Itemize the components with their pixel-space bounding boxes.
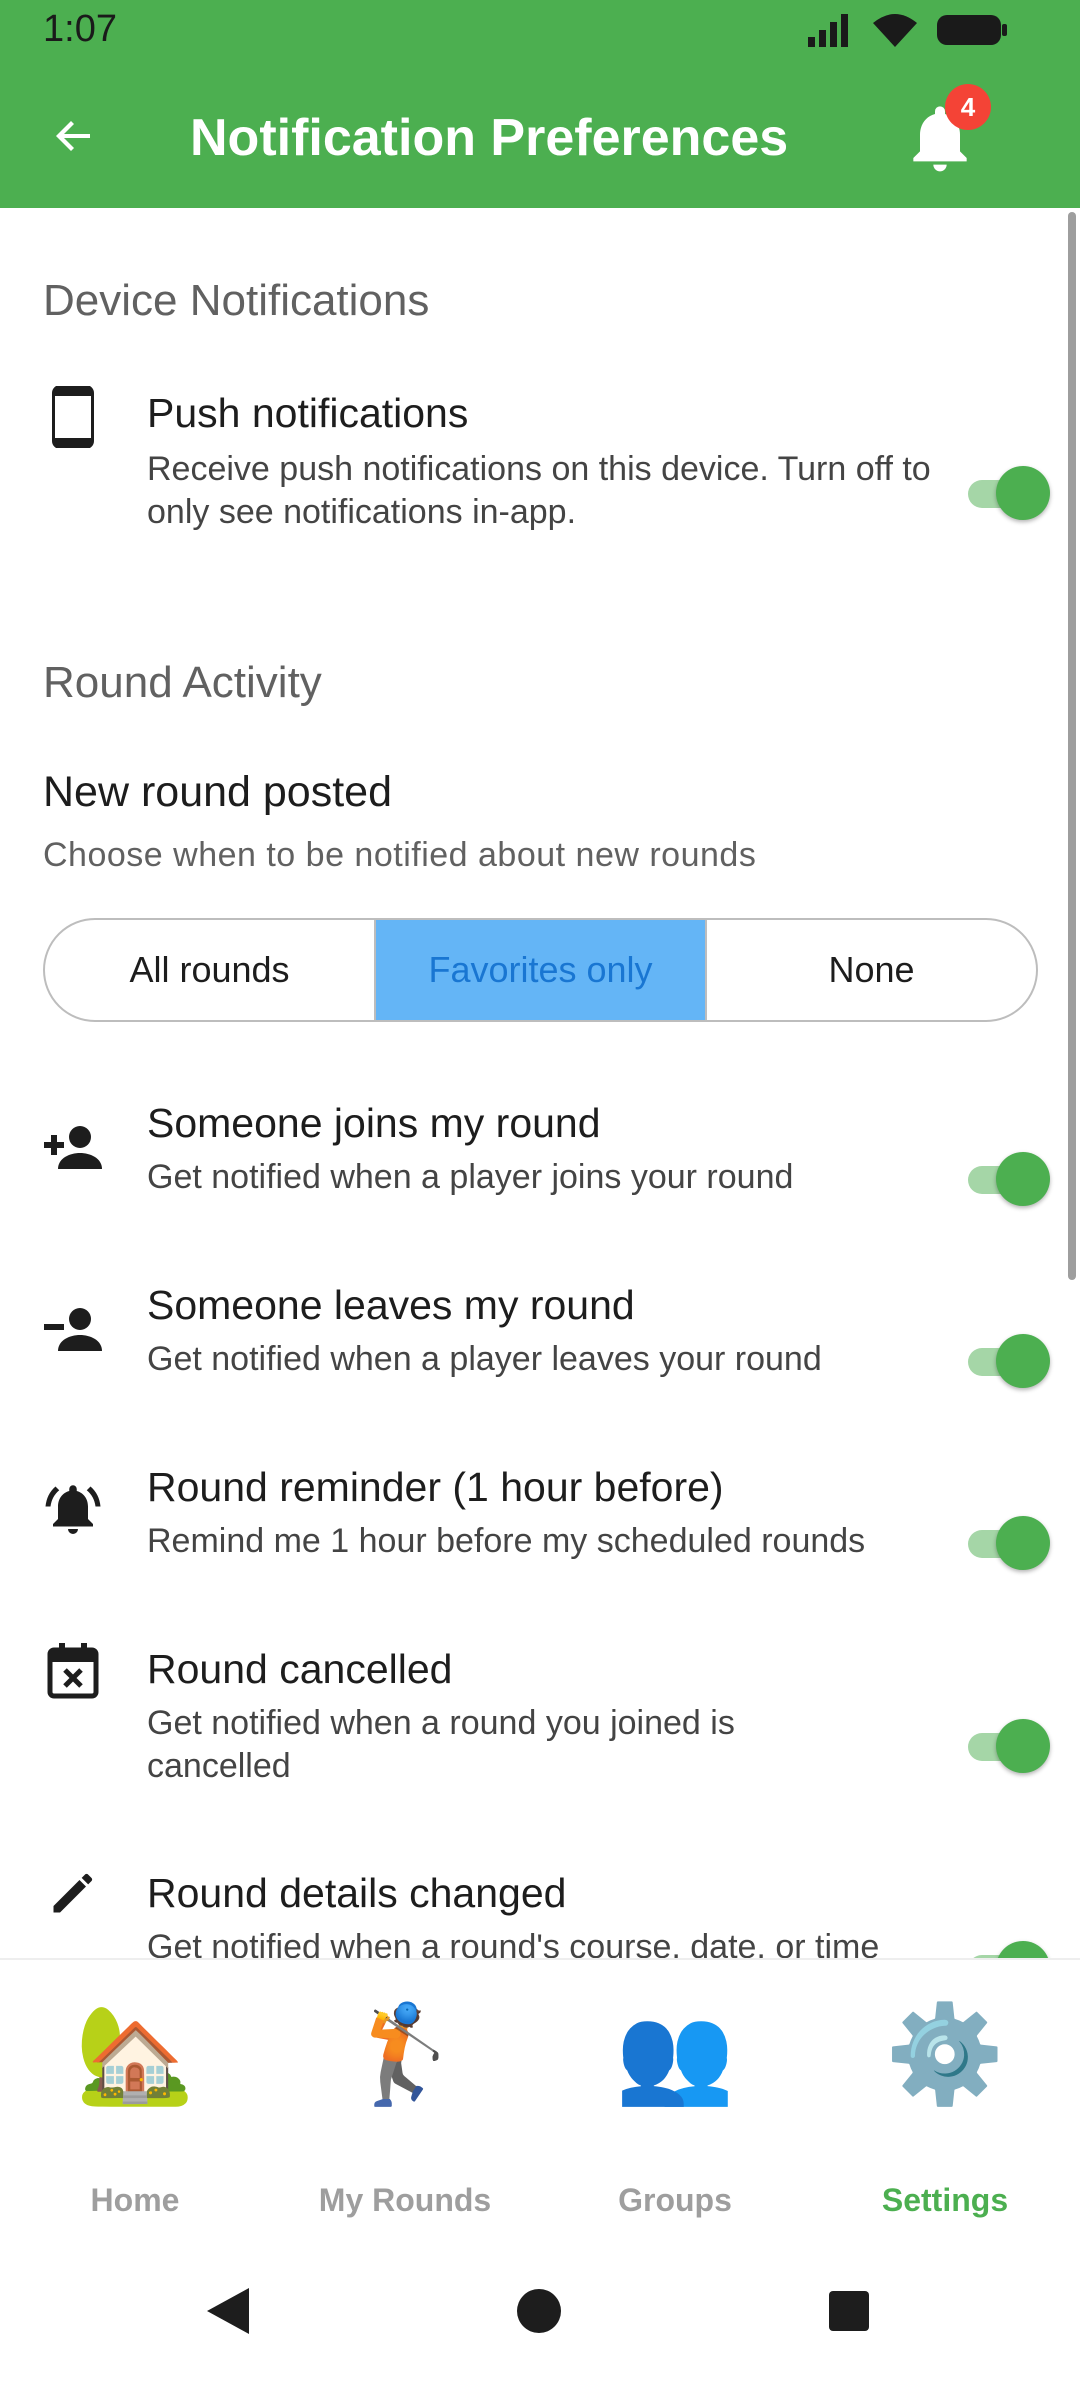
- nav-home-label: Home: [90, 2182, 180, 2218]
- cancelled-subtitle: Get notified when a round you joined is …: [147, 1704, 735, 1785]
- leaves-round-toggle[interactable]: [968, 1328, 1050, 1392]
- system-home-icon[interactable]: [516, 2288, 562, 2334]
- push-notifications-title: Push notifications: [147, 390, 469, 436]
- system-back-icon[interactable]: [205, 2286, 251, 2336]
- wifi-icon: [873, 14, 917, 47]
- status-icons: [806, 12, 1008, 48]
- system-navigation-bar: [0, 2228, 1080, 2400]
- gear-icon: ⚙️: [885, 2001, 1005, 2108]
- pencil-icon: [40, 1860, 106, 1926]
- cancelled-toggle[interactable]: [968, 1713, 1050, 1777]
- nav-home[interactable]: 🏡 Home: [0, 1960, 270, 2230]
- notification-badge: 4: [945, 84, 991, 130]
- section-header-round-activity: Round Activity: [43, 658, 322, 707]
- push-notifications-subtitle: Receive push notifications on this devic…: [147, 450, 931, 531]
- person-remove-icon: [40, 1296, 106, 1362]
- people-icon: 👥: [615, 2001, 735, 2108]
- signal-icon: [808, 14, 848, 47]
- status-time: 1:07: [43, 8, 117, 50]
- golfer-icon: 🏌️: [345, 2001, 465, 2108]
- phone-icon: [40, 384, 106, 450]
- reminder-subtitle: Remind me 1 hour before my scheduled rou…: [147, 1522, 866, 1560]
- details-changed-title: Round details changed: [147, 1870, 567, 1916]
- segment-favorites-only[interactable]: Favorites only: [376, 920, 707, 1020]
- nav-groups[interactable]: 👥 Groups: [540, 1960, 810, 2230]
- joins-round-toggle[interactable]: [968, 1146, 1050, 1210]
- leaves-round-subtitle: Get notified when a player leaves your r…: [147, 1340, 822, 1378]
- nav-groups-label: Groups: [618, 2182, 732, 2218]
- bottom-navigation: 🏡 Home 🏌️ My Rounds 👥 Groups ⚙️ Settings: [0, 1958, 1080, 2228]
- scrollbar[interactable]: [1068, 212, 1076, 1280]
- leaves-round-title: Someone leaves my round: [147, 1282, 635, 1328]
- new-round-subtitle: Choose when to be notified about new rou…: [43, 836, 757, 874]
- joins-round-subtitle: Get notified when a player joins your ro…: [147, 1158, 794, 1196]
- reminder-toggle[interactable]: [968, 1510, 1050, 1574]
- section-header-device: Device Notifications: [43, 276, 430, 325]
- details-changed-toggle[interactable]: [968, 1935, 1050, 1958]
- battery-icon: [937, 15, 1007, 45]
- back-button[interactable]: [38, 100, 110, 172]
- joins-round-title: Someone joins my round: [147, 1100, 601, 1146]
- house-icon: 🏡: [75, 2001, 195, 2108]
- cancelled-title: Round cancelled: [147, 1646, 453, 1692]
- new-round-title: New round posted: [43, 768, 392, 816]
- details-changed-subtitle: Get notified when a round's course, date…: [147, 1928, 880, 1958]
- arrow-left-icon: [56, 121, 90, 151]
- segment-all-rounds[interactable]: All rounds: [45, 920, 376, 1020]
- push-notifications-toggle[interactable]: [968, 460, 1050, 524]
- app-bar: 1:07 Notification Preferences 4: [0, 0, 1080, 208]
- system-recents-icon[interactable]: [828, 2290, 870, 2332]
- nav-my-rounds[interactable]: 🏌️ My Rounds: [270, 1960, 540, 2230]
- reminder-title: Round reminder (1 hour before): [147, 1464, 724, 1510]
- segment-none[interactable]: None: [707, 920, 1036, 1020]
- calendar-cancel-icon: [40, 1638, 106, 1704]
- person-add-icon: [40, 1114, 106, 1180]
- nav-settings-label: Settings: [881, 2182, 1009, 2218]
- settings-scroll[interactable]: Device Notifications Push notifications …: [0, 208, 1080, 1958]
- nav-my-rounds-label: My Rounds: [318, 2182, 492, 2218]
- page-title: Notification Preferences: [190, 109, 789, 167]
- alarm-bell-icon: [40, 1476, 106, 1542]
- new-round-segmented-control: All rounds Favorites only None: [43, 918, 1038, 1022]
- nav-settings[interactable]: ⚙️ Settings: [810, 1960, 1080, 2230]
